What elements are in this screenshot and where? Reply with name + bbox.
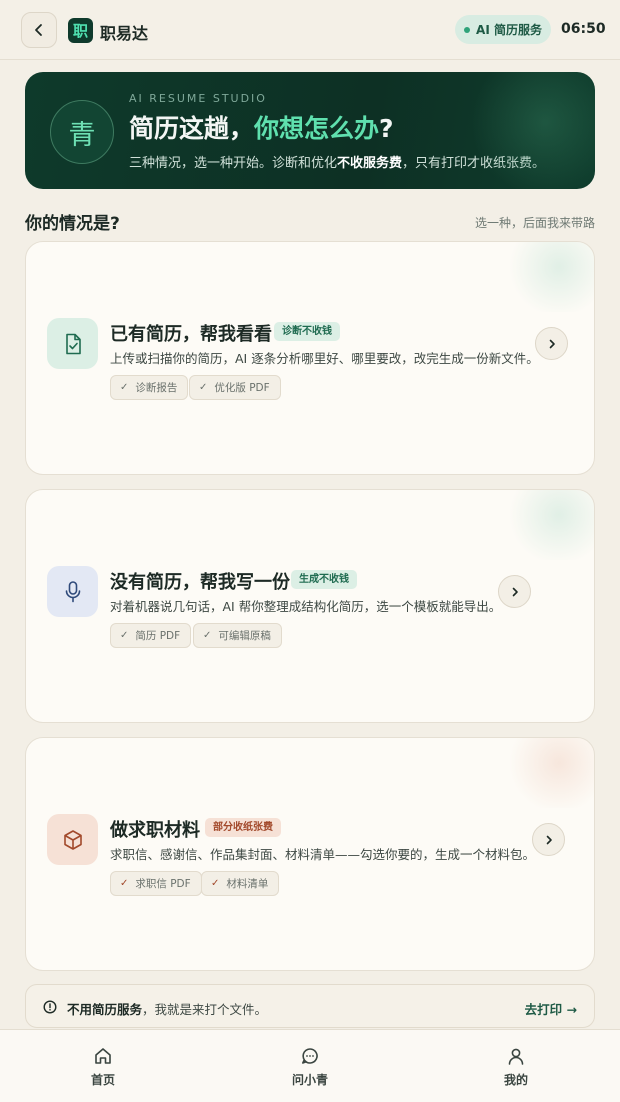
ai-badge-label: AI 简历服务	[476, 23, 542, 37]
ai-service-badge: AI 简历服务	[455, 15, 551, 44]
chip-label: 优化版 PDF	[214, 382, 270, 394]
chat-bubble-icon	[302, 1048, 318, 1064]
deliverable-chip: ✓ 可编辑原稿	[193, 623, 282, 648]
chip-label: 诊断报告	[135, 382, 178, 394]
deliverable-chip: ✓ 简历 PDF	[110, 623, 192, 648]
deliverable-chip: ✓ 诊断报告	[110, 375, 189, 400]
chevron-right-icon	[549, 339, 555, 348]
print-bar-rest: ，我就是来打个文件。	[142, 1002, 268, 1017]
nav-label: 问小青	[291, 1073, 328, 1087]
hero-subtitle-pre: 三种情况，选一种开始。诊断和优化	[129, 156, 338, 171]
card-arrow-button[interactable]	[532, 823, 565, 856]
card-icon-wrap	[47, 814, 98, 865]
deliverable-chip: ✓ 材料清单	[201, 871, 280, 896]
section-hint: 选一种，后面我来带路	[474, 216, 595, 230]
section-title: 你的情况是?	[25, 214, 120, 234]
microphone-icon	[65, 580, 80, 602]
nav-label: 我的	[503, 1073, 528, 1087]
nav-item-home[interactable]: 首页	[63, 1046, 143, 1088]
nav-item-me[interactable]: 我的	[476, 1046, 556, 1088]
hero-eyebrow: AI RESUME STUDIO	[129, 92, 267, 105]
deliverable-chip: ✓ 求职信 PDF	[110, 871, 202, 896]
price-tag: 生成不收钱	[291, 570, 357, 589]
nav-item-ask[interactable]: 问小青	[270, 1046, 350, 1088]
chevron-right-icon	[546, 835, 552, 844]
go-print-link[interactable]: 去打印 →	[525, 999, 577, 1018]
user-icon	[508, 1048, 524, 1065]
card-title: 没有简历，帮我写一份	[110, 572, 290, 593]
hero-title-accent: 你想怎么办	[254, 114, 380, 143]
card-title: 已有简历，帮我看看	[110, 324, 272, 345]
print-bar-bold: 不用简历服务	[67, 1002, 143, 1017]
check-icon: ✓	[120, 878, 129, 889]
card-icon-wrap	[47, 566, 98, 617]
document-check-icon	[65, 333, 81, 354]
app-name: 职易达	[100, 24, 149, 43]
chip-label: 求职信 PDF	[135, 878, 191, 890]
hero-banner: 青 AI RESUME STUDIO 简历这趟，你想怎么办? 三种情况，选一种开…	[25, 72, 595, 189]
hero-title-end: ?	[379, 114, 394, 143]
check-icon: ✓	[203, 630, 212, 641]
nav-label: 首页	[90, 1073, 115, 1087]
hero-title: 简历这趟，你想怎么办?	[129, 109, 394, 145]
print-only-bar[interactable]: 不用简历服务，我就是来打个文件。 去打印 →	[25, 984, 595, 1028]
chip-label: 材料清单	[226, 878, 269, 890]
hero-title-main: 简历这趟，	[129, 114, 255, 143]
app-logo: 职	[68, 18, 93, 43]
status-dot-icon	[464, 26, 471, 33]
card-description: 对着机器说几句话，AI 帮你整理成结构化简历，选一个模板就能导出。	[110, 599, 502, 614]
hero-subtitle: 三种情况，选一种开始。诊断和优化不收服务费，只有打印才收纸张费。	[129, 152, 545, 171]
chip-label: 简历 PDF	[135, 630, 181, 642]
deliverable-chip: ✓ 优化版 PDF	[189, 375, 281, 400]
check-icon: ✓	[199, 382, 208, 393]
check-icon: ✓	[120, 382, 129, 393]
seal-avatar: 青	[50, 100, 114, 164]
option-card-write[interactable]: 没有简历，帮我写一份 生成不收钱 对着机器说几句话，AI 帮你整理成结构化简历，…	[25, 489, 595, 723]
print-bar-text: 不用简历服务，我就是来打个文件。	[67, 999, 267, 1018]
price-tag: 部分收纸张费	[205, 818, 281, 837]
card-description: 上传或扫描你的简历，AI 逐条分析哪里好、哪里要改，改完生成一份新文件。	[110, 351, 539, 366]
top-bar: 职 职易达 AI 简历服务 06:50	[0, 0, 620, 60]
option-card-review[interactable]: 已有简历，帮我看看 诊断不收钱 上传或扫描你的简历，AI 逐条分析哪里好、哪里要…	[25, 241, 595, 475]
hero-subtitle-bold: 不收服务费	[337, 156, 403, 171]
clock: 06:50	[561, 21, 606, 37]
bottom-nav: 首页 问小青 我的	[0, 1029, 620, 1102]
chip-label: 可编辑原稿	[218, 630, 271, 642]
check-icon: ✓	[211, 878, 220, 889]
price-tag: 诊断不收钱	[274, 322, 340, 341]
card-description: 求职信、感谢信、作品集封面、材料清单——勾选你要的，生成一个材料包。	[110, 847, 536, 862]
package-box-icon	[63, 829, 82, 850]
info-icon	[43, 1000, 57, 1014]
hero-subtitle-post: ，只有打印才收纸张费。	[402, 156, 546, 171]
chevron-right-icon	[512, 587, 518, 596]
card-arrow-button[interactable]	[535, 327, 568, 360]
card-title: 做求职材料	[110, 820, 200, 841]
home-icon	[95, 1048, 111, 1064]
check-icon: ✓	[120, 630, 129, 641]
option-card-materials[interactable]: 做求职材料 部分收纸张费 求职信、感谢信、作品集封面、材料清单——勾选你要的，生…	[25, 737, 595, 971]
back-button[interactable]	[21, 12, 57, 48]
chevron-left-icon	[35, 24, 42, 36]
card-icon-wrap	[47, 318, 98, 369]
card-arrow-button[interactable]	[498, 575, 531, 608]
